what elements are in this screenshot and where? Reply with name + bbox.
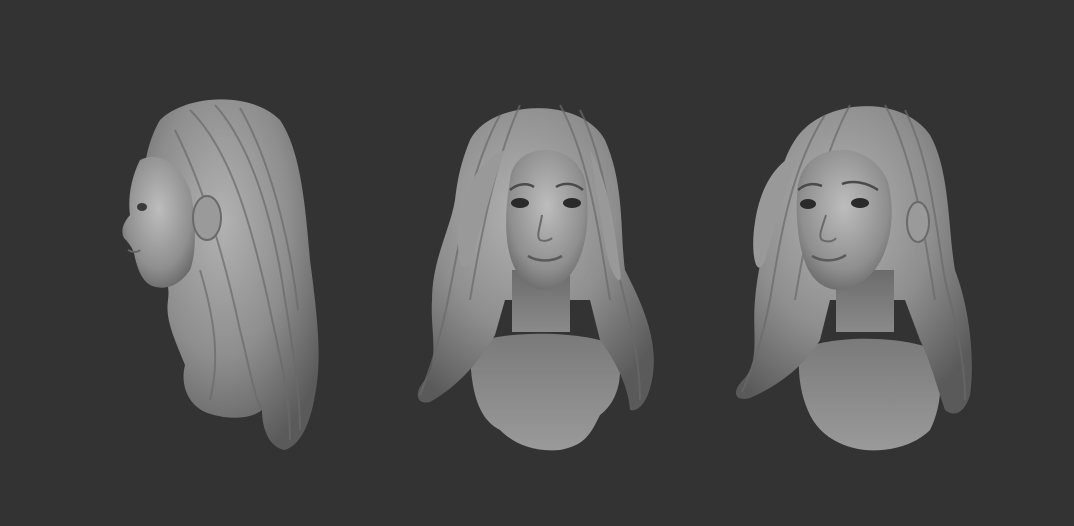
bust [798, 338, 941, 451]
sculpt-viewport[interactable] [0, 0, 1074, 526]
eye-left [511, 198, 529, 208]
three-quarter-view [735, 104, 972, 451]
eye [137, 203, 147, 211]
bust [470, 333, 620, 451]
sculpt-scene [122, 99, 972, 451]
eye-right [563, 198, 581, 208]
eye-left [800, 199, 816, 209]
side-profile-view [122, 99, 319, 450]
front-view [417, 104, 654, 451]
ear [906, 201, 930, 243]
ear [192, 195, 222, 241]
eye-right [851, 198, 869, 208]
